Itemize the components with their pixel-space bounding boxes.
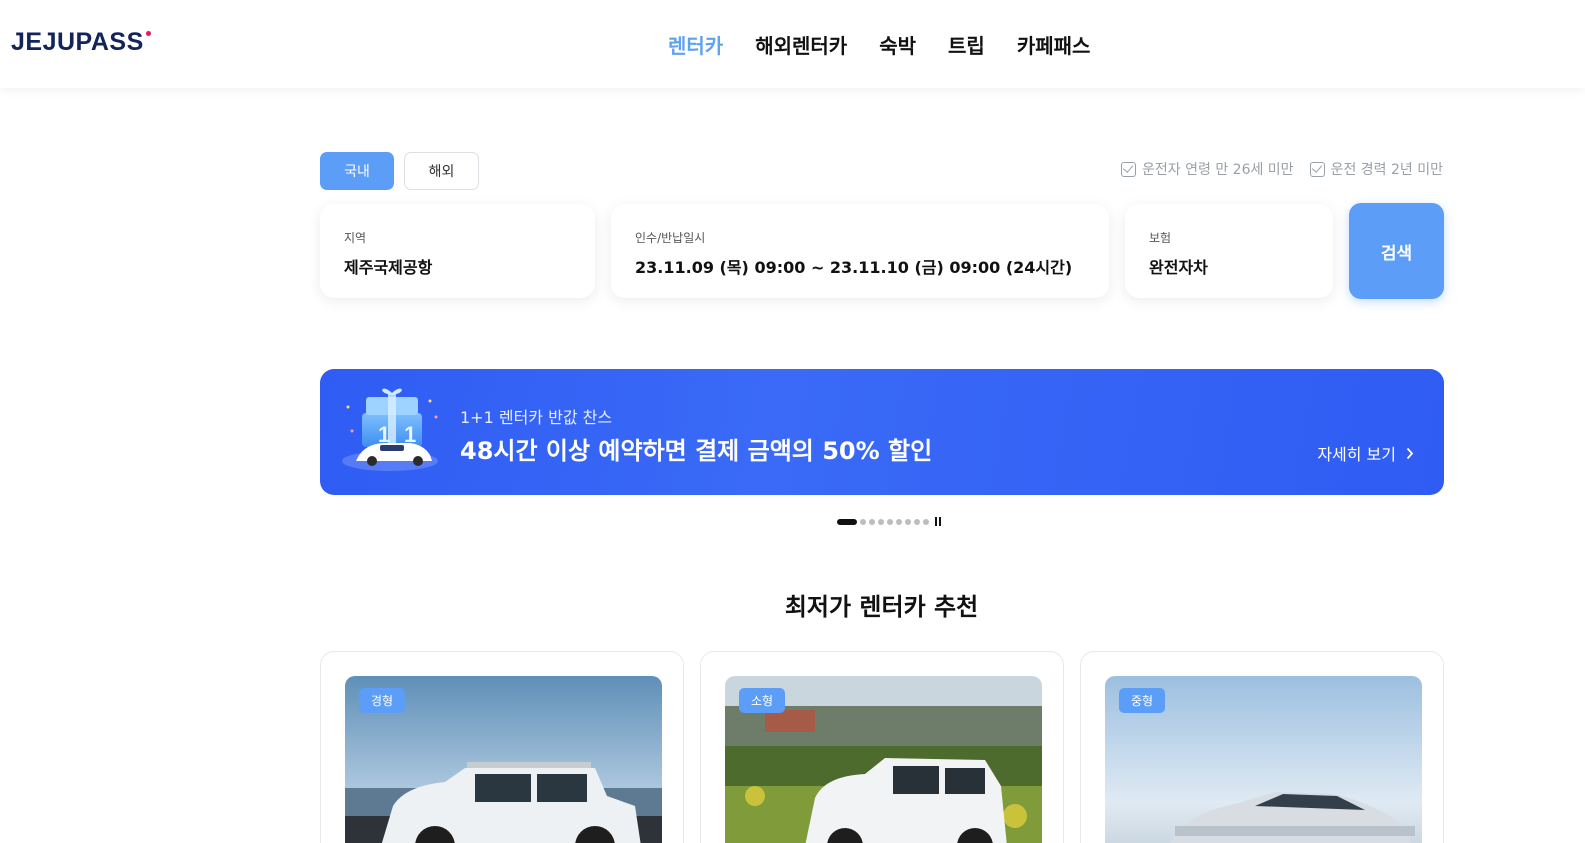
banner-title: 48시간 이상 예약하면 결제 금액의 50% 할인 xyxy=(460,437,933,465)
experience-filter-label: 운전 경력 2년 미만 xyxy=(1330,162,1443,178)
insurance-value: 완전자차 xyxy=(1149,258,1208,277)
car-card[interactable]: 소형 xyxy=(700,651,1064,843)
date-label: 인수/반납일시 xyxy=(635,231,706,245)
section-title: 최저가 렌터카 추천 xyxy=(784,593,979,621)
banner-more-link[interactable]: 자세히 보기 xyxy=(1317,441,1414,465)
pagination-dot[interactable] xyxy=(905,518,911,525)
checkbox-icon xyxy=(1309,161,1325,177)
promo-banner[interactable]: 1 1 1+1 렌터카 반값 찬스 48시간 이상 예약하면 결제 금액의 50… xyxy=(320,369,1444,495)
logo-dot xyxy=(146,31,151,36)
region-label: 지역 xyxy=(344,231,367,245)
pagination-dot[interactable] xyxy=(887,518,893,525)
tab-domestic[interactable]: 국내 xyxy=(320,152,394,190)
pagination-dot[interactable] xyxy=(869,518,875,525)
insurance-field[interactable]: 보험 완전자차 xyxy=(1125,204,1333,298)
experience-filter-checkbox[interactable]: 운전 경력 2년 미만 xyxy=(1309,159,1443,179)
nav-overseas-rentacar[interactable]: 해외렌터카 xyxy=(755,30,847,59)
pagination-active-dot[interactable] xyxy=(837,518,857,525)
gift-car-illustration: 1 1 xyxy=(342,388,438,471)
pagination-dot[interactable] xyxy=(914,518,920,525)
insurance-label: 보험 xyxy=(1149,231,1172,245)
pagination-dot[interactable] xyxy=(923,518,929,525)
date-value: 23.11.09 (목) 09:00 ~ 23.11.10 (금) 09:00 … xyxy=(635,258,1073,277)
top-header: JEJUPASS 렌터카 해외렌터카 숙박 트립 카페패스 xyxy=(0,0,1585,88)
nav-trip[interactable]: 트립 xyxy=(948,30,985,59)
car-class-tag: 경형 xyxy=(359,688,406,713)
pagination-dot[interactable] xyxy=(878,518,884,525)
car-card[interactable]: 중형 xyxy=(1080,651,1444,843)
age-filter-checkbox[interactable]: 운전자 연령 만 26세 미만 xyxy=(1121,159,1294,179)
pause-icon[interactable] xyxy=(935,517,941,526)
car-class-tag: 소형 xyxy=(739,688,786,713)
banner-subtitle: 1+1 렌터카 반값 찬스 xyxy=(460,408,613,427)
region-value: 제주국제공항 xyxy=(344,258,433,277)
nav-cafepass[interactable]: 카페패스 xyxy=(1017,30,1091,59)
driver-filters: 운전자 연령 만 26세 미만 운전 경력 2년 미만 xyxy=(1121,159,1443,179)
checkbox-icon xyxy=(1121,161,1137,177)
car-class-tag: 중형 xyxy=(1119,688,1166,713)
nav-lodging[interactable]: 숙박 xyxy=(879,30,916,59)
age-filter-label: 운전자 연령 만 26세 미만 xyxy=(1142,162,1294,178)
banner-more-label: 자세히 보기 xyxy=(1317,445,1396,464)
chevron-right-icon xyxy=(1406,447,1414,459)
pagination-dot[interactable] xyxy=(896,518,902,525)
main-nav: 렌터카 해외렌터카 숙박 트립 카페패스 xyxy=(668,30,1090,59)
date-field[interactable]: 인수/반납일시 23.11.09 (목) 09:00 ~ 23.11.10 (금… xyxy=(611,204,1109,298)
car-card[interactable]: 경형 xyxy=(320,651,684,843)
region-field[interactable]: 지역 제주국제공항 xyxy=(320,204,595,298)
jejupass-logo[interactable]: JEJUPASS xyxy=(11,28,144,57)
banner-pagination xyxy=(837,517,941,526)
nav-rentacar[interactable]: 렌터카 xyxy=(668,30,723,59)
pagination-dot[interactable] xyxy=(860,518,866,525)
tab-overseas[interactable]: 해외 xyxy=(404,152,479,190)
search-button[interactable]: 검색 xyxy=(1349,203,1444,299)
